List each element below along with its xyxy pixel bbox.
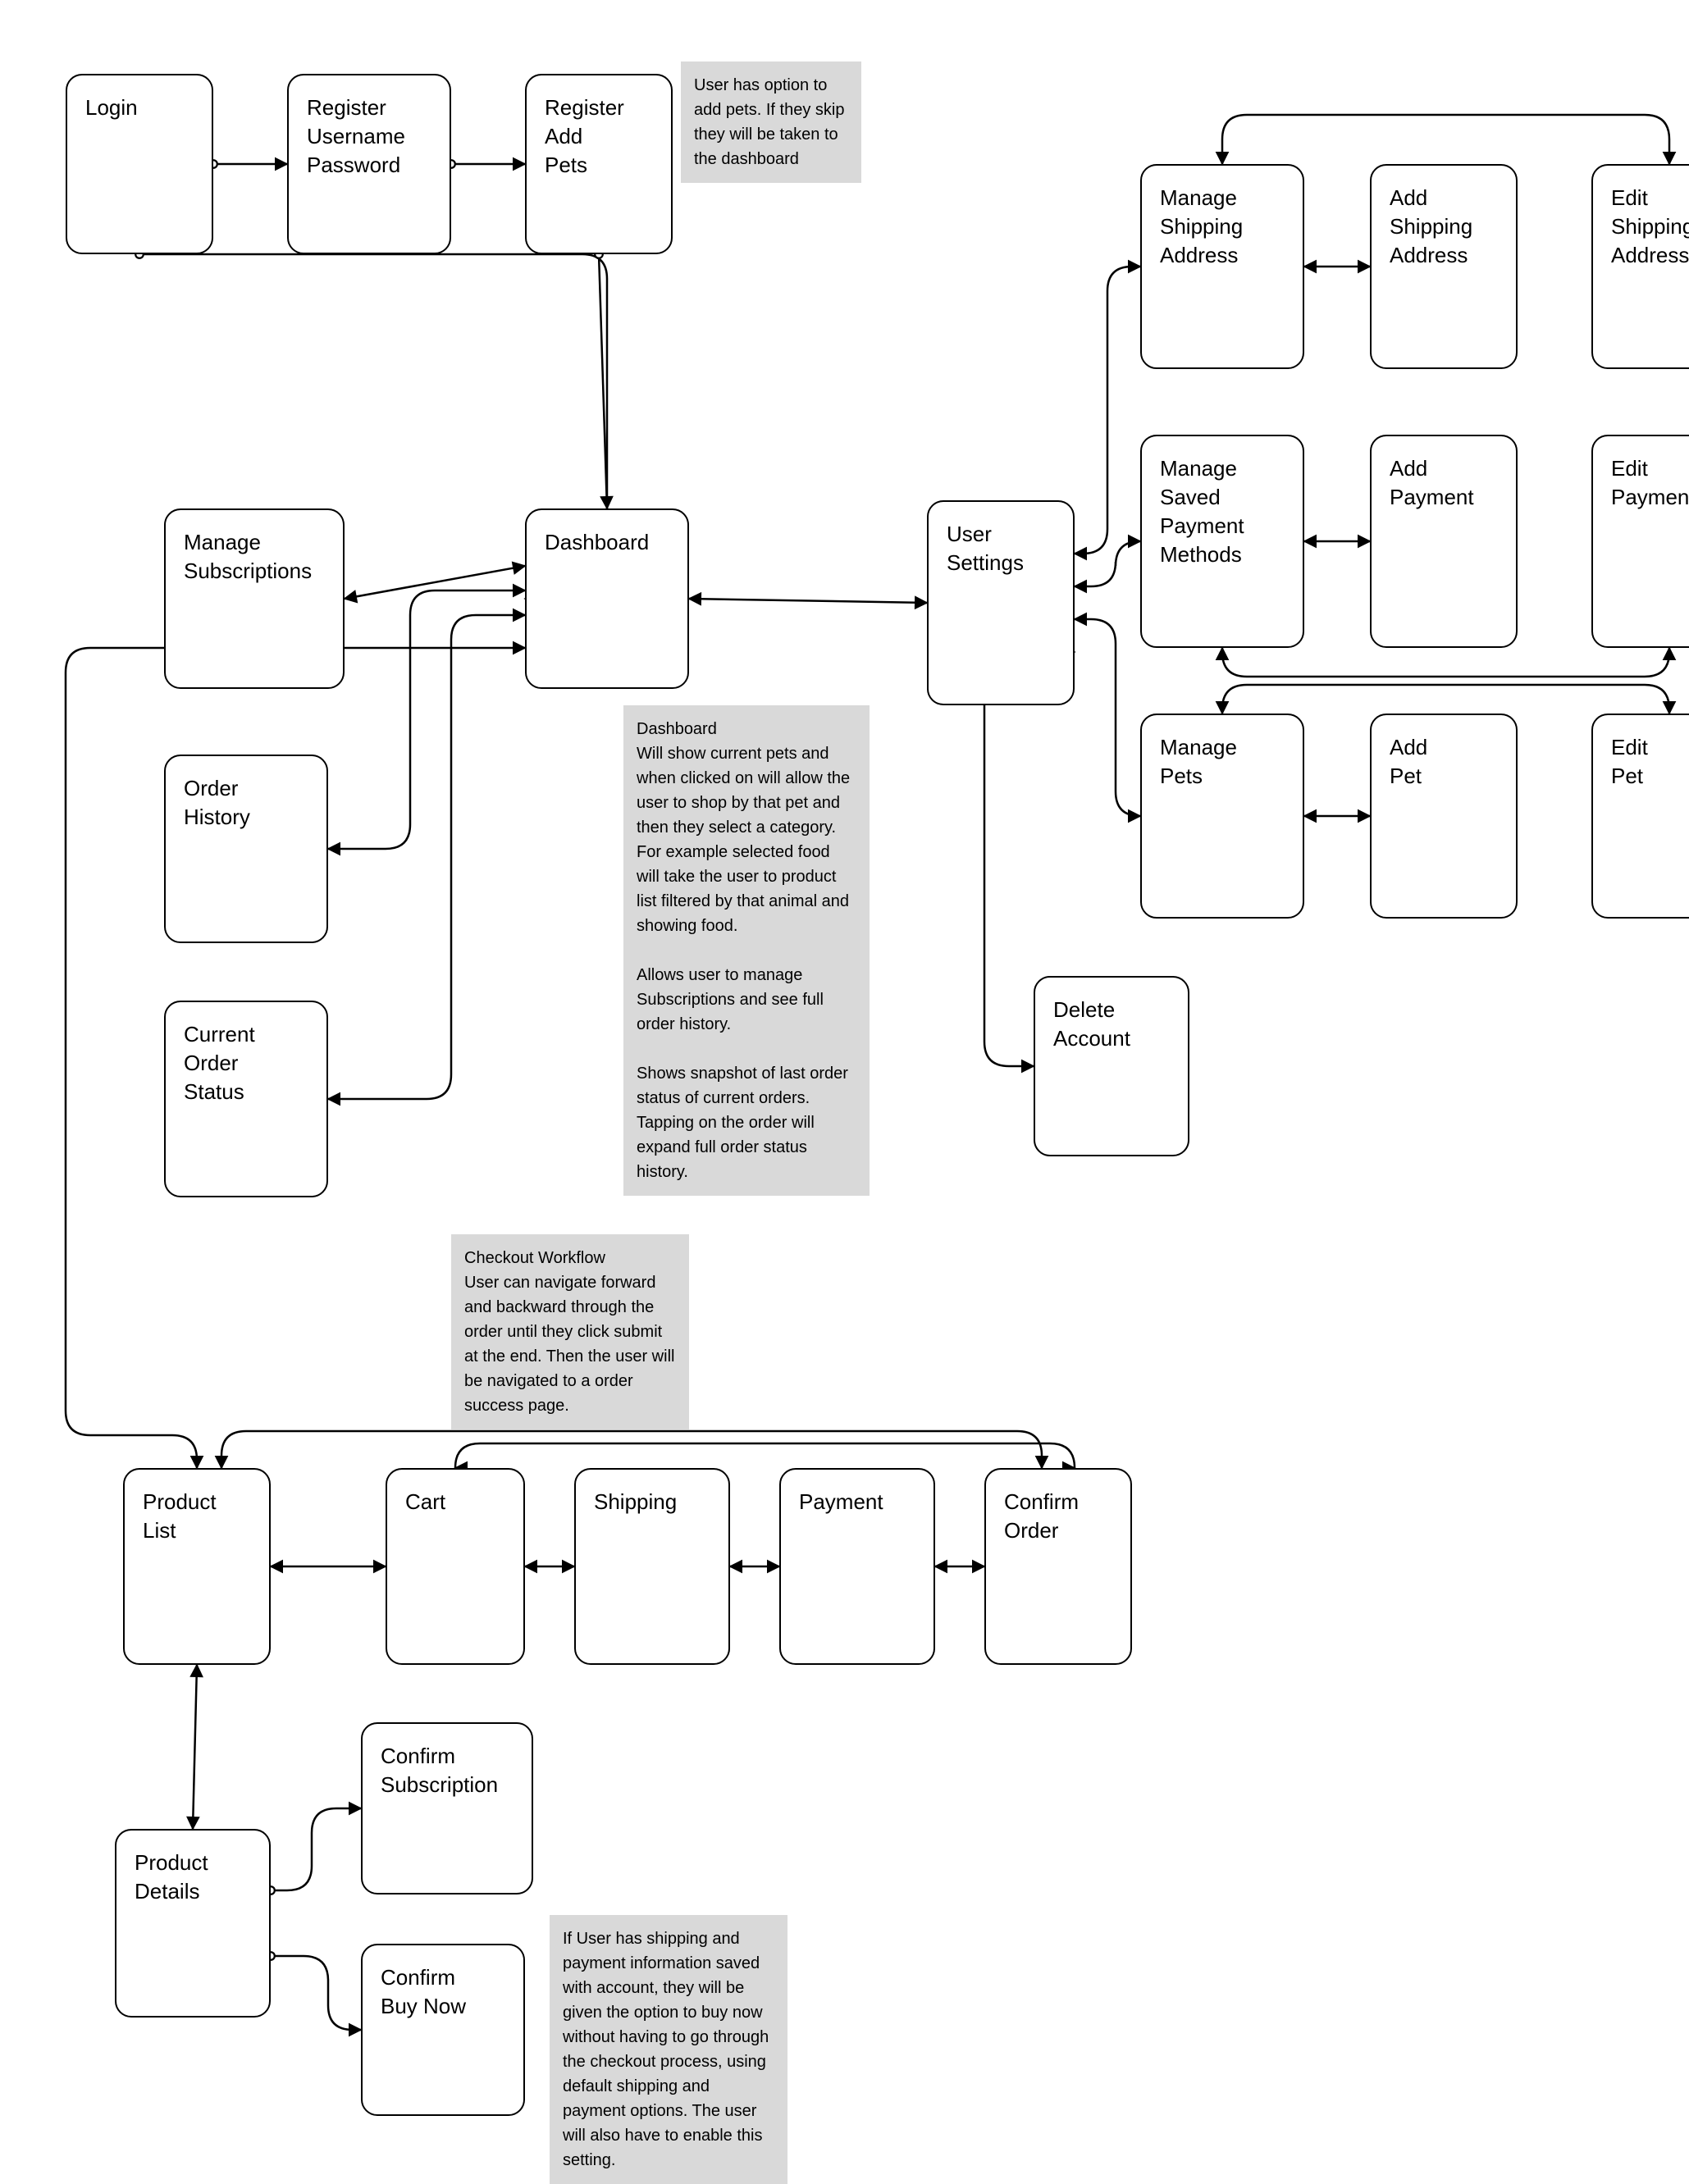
node-cart[interactable]: Cart: [386, 1468, 525, 1665]
node-addShipping[interactable]: Add Shipping Address: [1370, 164, 1518, 369]
node-label: Confirm Subscription: [381, 1744, 498, 1797]
node-label: Edit Payment: [1611, 456, 1689, 509]
node-label: Manage Subscriptions: [184, 530, 312, 583]
node-label: Confirm Buy Now: [381, 1965, 466, 2018]
edge-manageShipping-to-editShipping: [1222, 115, 1669, 164]
node-label: Current Order Status: [184, 1022, 255, 1104]
node-payment[interactable]: Payment: [779, 1468, 935, 1665]
node-label: Payment: [799, 1489, 883, 1514]
edge-userSettings-to-managePayments: [1075, 541, 1140, 586]
node-editPayment[interactable]: Edit Payment: [1591, 435, 1689, 648]
node-label: Add Pet: [1390, 735, 1427, 788]
node-productDetails[interactable]: Product Details: [115, 1829, 271, 2018]
node-shipping[interactable]: Shipping: [574, 1468, 730, 1665]
node-label: Product List: [143, 1489, 217, 1543]
node-editPet[interactable]: Edit Pet: [1591, 714, 1689, 919]
edge-productDetails-to-confirmBuyNow: [271, 1956, 361, 2030]
node-addPet[interactable]: Add Pet: [1370, 714, 1518, 919]
edge-productList-to-confirmOrder: [221, 1431, 1042, 1468]
edge-managePets-to-editPet: [1222, 685, 1669, 714]
node-manageSubs[interactable]: Manage Subscriptions: [164, 508, 345, 689]
edge-registerAddPets-to-dashboard: [599, 254, 607, 508]
node-label: Order History: [184, 776, 250, 829]
node-label: Dashboard: [545, 530, 649, 554]
node-manageShipping[interactable]: Manage Shipping Address: [1140, 164, 1304, 369]
note-checkoutNote: Checkout Workflow User can navigate forw…: [451, 1234, 689, 1429]
note-dashboardNote: Dashboard Will show current pets and whe…: [623, 705, 870, 1196]
node-userSettings[interactable]: User Settings: [927, 500, 1075, 705]
edge-cart-to-confirmOrder: [455, 1443, 1075, 1468]
node-label: Login: [85, 95, 138, 120]
node-productList[interactable]: Product List: [123, 1468, 271, 1665]
note-addPetsNote: User has option to add pets. If they ski…: [681, 62, 861, 183]
node-label: Edit Pet: [1611, 735, 1648, 788]
node-label: Confirm Order: [1004, 1489, 1079, 1543]
edge-userSettings-to-manageShipping: [1075, 267, 1140, 554]
node-deleteAccount[interactable]: Delete Account: [1034, 976, 1189, 1156]
node-registerUserPass[interactable]: Register Username Password: [287, 74, 451, 254]
edge-managePayments-to-editPayment: [1222, 648, 1669, 677]
node-label: Manage Pets: [1160, 735, 1237, 788]
edge-productDetails-to-confirmSubscription: [271, 1808, 361, 1890]
node-orderHistory[interactable]: Order History: [164, 755, 328, 943]
node-editShipping[interactable]: Edit Shipping Address: [1591, 164, 1689, 369]
node-managePets[interactable]: Manage Pets: [1140, 714, 1304, 919]
note-text: If User has shipping and payment informa…: [563, 1930, 769, 2169]
edge-dashboard-to-currentOrderStatus: [328, 615, 525, 1099]
node-registerAddPets[interactable]: Register Add Pets: [525, 74, 673, 254]
node-currentOrderStatus[interactable]: Current Order Status: [164, 1001, 328, 1197]
edge-dashboard-to-manageSubs: [345, 566, 525, 599]
node-label: Delete Account: [1053, 997, 1130, 1051]
edge-dashboard-to-userSettings: [689, 599, 927, 603]
note-text: Checkout Workflow User can navigate forw…: [464, 1249, 674, 1415]
edge-dashboard-to-orderHistory: [328, 590, 525, 849]
node-dashboard[interactable]: Dashboard: [525, 508, 689, 689]
edge-productList-to-productDetails: [193, 1665, 197, 1829]
node-label: Register Add Pets: [545, 95, 624, 177]
node-label: Edit Shipping Address: [1611, 185, 1689, 267]
node-label: Add Shipping Address: [1390, 185, 1472, 267]
diagram-canvas: Login Register Username Password Register …: [0, 0, 1689, 2161]
node-managePayments[interactable]: Manage Saved Payment Methods: [1140, 435, 1304, 648]
node-confirmBuyNow[interactable]: Confirm Buy Now: [361, 1944, 525, 2116]
node-label: Cart: [405, 1489, 445, 1514]
note-text: Dashboard Will show current pets and whe…: [637, 720, 850, 1181]
node-label: Manage Saved Payment Methods: [1160, 456, 1244, 567]
node-label: Register Username Password: [307, 95, 405, 177]
node-addPayment[interactable]: Add Payment: [1370, 435, 1518, 648]
node-label: Manage Shipping Address: [1160, 185, 1243, 267]
node-label: Shipping: [594, 1489, 677, 1514]
node-label: Product Details: [135, 1850, 208, 1904]
note-text: User has option to add pets. If they ski…: [694, 76, 844, 168]
node-confirmSubscription[interactable]: Confirm Subscription: [361, 1722, 533, 1894]
node-label: User Settings: [947, 522, 1024, 575]
node-label: Add Payment: [1390, 456, 1474, 509]
edge-userSettings-to-managePets: [1075, 619, 1140, 816]
node-login[interactable]: Login: [66, 74, 213, 254]
note-buyNowNote: If User has shipping and payment informa…: [550, 1915, 787, 2184]
node-confirmOrder[interactable]: Confirm Order: [984, 1468, 1132, 1665]
